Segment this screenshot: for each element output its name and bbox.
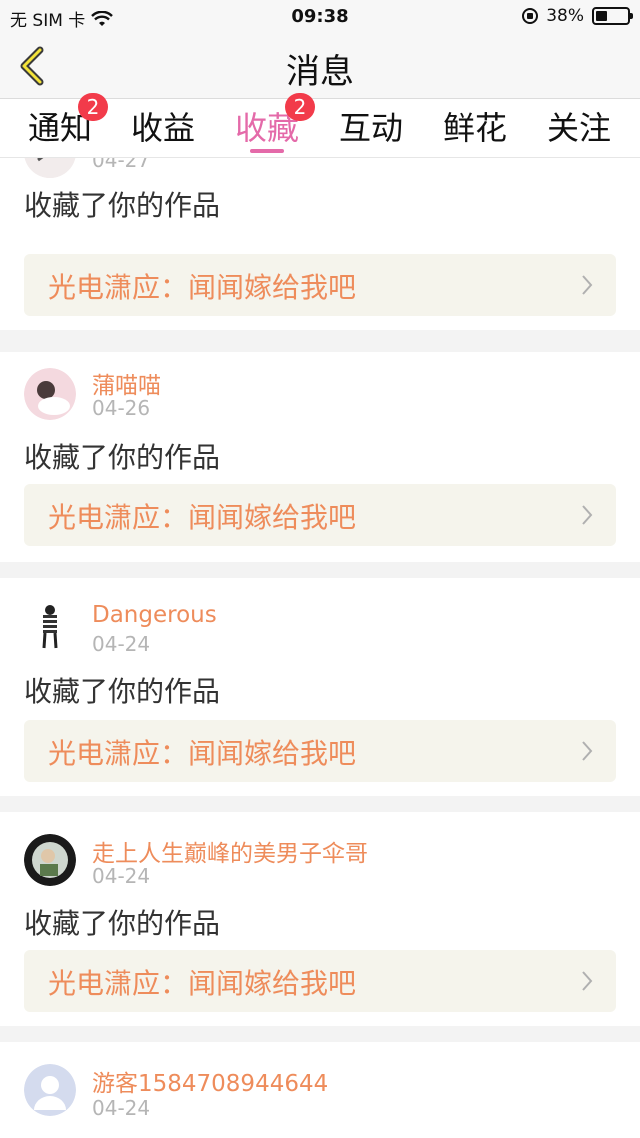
- avatar[interactable]: [24, 1064, 76, 1116]
- status-bar: 无 SIM 卡 09:38 38%: [0, 0, 640, 34]
- work-title: 光电潇应：闻闻嫁给我吧: [48, 271, 357, 304]
- tab-label: 互动: [338, 109, 403, 147]
- back-button[interactable]: [14, 46, 54, 86]
- active-tab-indicator: [250, 149, 284, 153]
- favorites-feed: 04-27 收藏了你的作品 光电潇应：闻闻嫁给我吧 蒲喵喵 04-26 收藏了你…: [0, 158, 640, 1138]
- tab-following[interactable]: 关注: [529, 103, 629, 153]
- work-link[interactable]: 光电潇应：闻闻嫁给我吧: [24, 950, 616, 1012]
- date: 04-24: [92, 1096, 151, 1120]
- tab-notifications[interactable]: 通知 2: [10, 93, 110, 153]
- work-link[interactable]: 光电潇应：闻闻嫁给我吧: [24, 484, 616, 546]
- username[interactable]: 游客1584708944644: [92, 1064, 328, 1098]
- tab-earnings[interactable]: 收益: [113, 103, 213, 153]
- avatar[interactable]: [24, 158, 76, 178]
- avatar[interactable]: [24, 834, 76, 886]
- status-right: 38%: [522, 6, 633, 26]
- date: 04-27: [92, 158, 151, 172]
- unread-badge: 2: [285, 93, 315, 121]
- chevron-right-icon: [582, 275, 593, 295]
- work-link[interactable]: 光电潇应：闻闻嫁给我吧: [24, 254, 616, 316]
- avatar[interactable]: [24, 368, 76, 420]
- tab-flowers[interactable]: 鲜花: [425, 103, 525, 153]
- date: 04-24: [92, 632, 151, 656]
- action-text: 收藏了你的作品: [24, 907, 221, 940]
- battery-fill: [596, 11, 608, 21]
- date: 04-26: [92, 396, 151, 420]
- action-text: 收藏了你的作品: [24, 441, 221, 474]
- work-title: 光电潇应：闻闻嫁给我吧: [48, 967, 357, 1000]
- chevron-right-icon: [582, 505, 593, 525]
- avatar[interactable]: [24, 600, 76, 652]
- unread-badge: 2: [78, 93, 108, 121]
- chevron-left-icon: [20, 46, 44, 86]
- tab-favorites[interactable]: 收藏 2: [217, 93, 317, 153]
- date: 04-24: [92, 864, 151, 888]
- battery-percent: 38%: [546, 6, 584, 26]
- username[interactable]: 蒲喵喵: [92, 366, 161, 400]
- list-item: 04-27 收藏了你的作品 光电潇应：闻闻嫁给我吧: [0, 158, 640, 330]
- tab-label: 鲜花: [442, 109, 507, 147]
- username[interactable]: 走上人生巅峰的美男子伞哥: [92, 834, 368, 868]
- battery-icon: [592, 7, 633, 25]
- tab-bar: 通知 2 收益 收藏 2 互动 鲜花 关注: [0, 93, 640, 158]
- list-item: 蒲喵喵 04-26 收藏了你的作品 光电潇应：闻闻嫁给我吧: [0, 352, 640, 562]
- username[interactable]: Dangerous: [92, 602, 217, 628]
- page-title: 消息: [286, 52, 354, 92]
- list-item: Dangerous 04-24 收藏了你的作品 光电潇应：闻闻嫁给我吧: [0, 578, 640, 796]
- action-text: 收藏了你的作品: [24, 675, 221, 708]
- work-link[interactable]: 光电潇应：闻闻嫁给我吧: [24, 720, 616, 782]
- work-title: 光电潇应：闻闻嫁给我吧: [48, 501, 357, 534]
- tab-interactions[interactable]: 互动: [321, 103, 421, 153]
- tab-label: 关注: [546, 109, 611, 147]
- nav-bar: 消息: [0, 34, 640, 99]
- list-item: 游客1584708944644 04-24: [0, 1042, 640, 1138]
- action-text: 收藏了你的作品: [24, 189, 221, 222]
- orientation-lock-icon: [522, 8, 539, 24]
- chevron-right-icon: [582, 971, 593, 991]
- tab-label: 收益: [130, 109, 195, 147]
- work-title: 光电潇应：闻闻嫁给我吧: [48, 737, 357, 770]
- chevron-right-icon: [582, 741, 593, 761]
- list-item: 走上人生巅峰的美男子伞哥 04-24 收藏了你的作品 光电潇应：闻闻嫁给我吧: [0, 812, 640, 1026]
